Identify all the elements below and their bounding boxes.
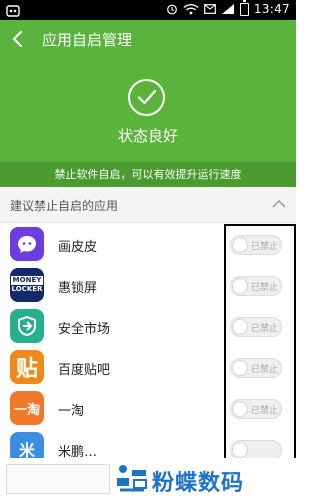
- tip-banner: 禁止软件自启，可以有效提升运行速度: [0, 162, 296, 187]
- app-icon: 米: [10, 432, 44, 458]
- watermark-panel: [6, 464, 110, 494]
- autostart-toggle[interactable]: [230, 440, 282, 458]
- app-name: 画皮皮: [58, 240, 98, 255]
- chevron-up-icon[interactable]: [272, 199, 286, 208]
- section-title: 建议禁止自启的应用: [10, 199, 119, 213]
- page-title: 应用自启管理: [42, 31, 133, 49]
- toggle-knob: [232, 278, 248, 294]
- app-row-security-market: 安全市场 已禁止: [0, 306, 296, 347]
- toggle-knob: [232, 401, 248, 417]
- autostart-toggle[interactable]: 已禁止: [230, 317, 282, 337]
- toggle-label: 已禁止: [251, 242, 279, 252]
- autostart-toggle[interactable]: 已禁止: [230, 235, 282, 255]
- status-header: 应用自启管理 状态良好 禁止软件自启，可以有效提升运行速度: [0, 20, 296, 187]
- toggle-label: 已禁止: [251, 283, 279, 293]
- wifi-icon: [183, 3, 199, 15]
- huapipi-icon: [10, 227, 44, 261]
- mail-icon: [204, 4, 216, 14]
- toggle-knob: [232, 442, 248, 458]
- baidu-tieba-icon: 贴: [10, 350, 44, 384]
- security-market-icon: [10, 309, 44, 343]
- back-button[interactable]: [8, 28, 28, 50]
- status-check-icon: [128, 79, 165, 116]
- yitao-icon: 一淘: [10, 391, 44, 425]
- watermark-text: 粉蝶数码: [152, 471, 245, 496]
- watermark-bar: 粉蝶数码: [0, 458, 296, 500]
- back-arrow-icon: [13, 31, 22, 47]
- app-row-huapipi: 画皮皮 已禁止: [0, 224, 296, 265]
- toggle-label: 已禁止: [251, 406, 279, 416]
- app-name: 米鹏…: [58, 445, 98, 458]
- app-name: 百度贴吧: [58, 363, 111, 378]
- alarm-icon: [167, 4, 177, 15]
- status-label: 状态良好: [117, 127, 178, 145]
- watermark-logo-icon: [117, 465, 147, 492]
- app-row-yitao: 一淘 一淘 已禁止: [0, 388, 296, 429]
- toggle-label: 已禁止: [251, 324, 279, 334]
- toggle-label: 已禁止: [251, 365, 279, 375]
- app-name: 惠锁屏: [58, 281, 98, 296]
- autostart-toggle[interactable]: 已禁止: [230, 276, 282, 296]
- toggle-knob: [232, 360, 248, 376]
- app-row-baidu-tieba: 贴 百度贴吧 已禁止: [0, 347, 296, 388]
- autostart-toggle[interactable]: 已禁止: [230, 399, 282, 419]
- battery-icon: [239, 0, 249, 16]
- clock: 13:47: [253, 2, 290, 16]
- toggle-knob: [232, 237, 248, 253]
- section-header[interactable]: 建议禁止自启的应用: [0, 187, 296, 223]
- app-name: 安全市场: [58, 322, 111, 337]
- toggle-knob: [232, 319, 248, 335]
- app-row-moneylocker: MONEY LOCKER 惠锁屏 已禁止: [0, 265, 296, 306]
- signal-icon: [221, 4, 234, 14]
- app-name: 一淘: [58, 404, 85, 419]
- moneylocker-icon: MONEY LOCKER: [10, 268, 44, 302]
- status-bar: 13:47: [0, 0, 296, 20]
- autostart-toggle[interactable]: 已禁止: [230, 358, 282, 378]
- app-row-partial: 米 米鹏…: [0, 429, 296, 458]
